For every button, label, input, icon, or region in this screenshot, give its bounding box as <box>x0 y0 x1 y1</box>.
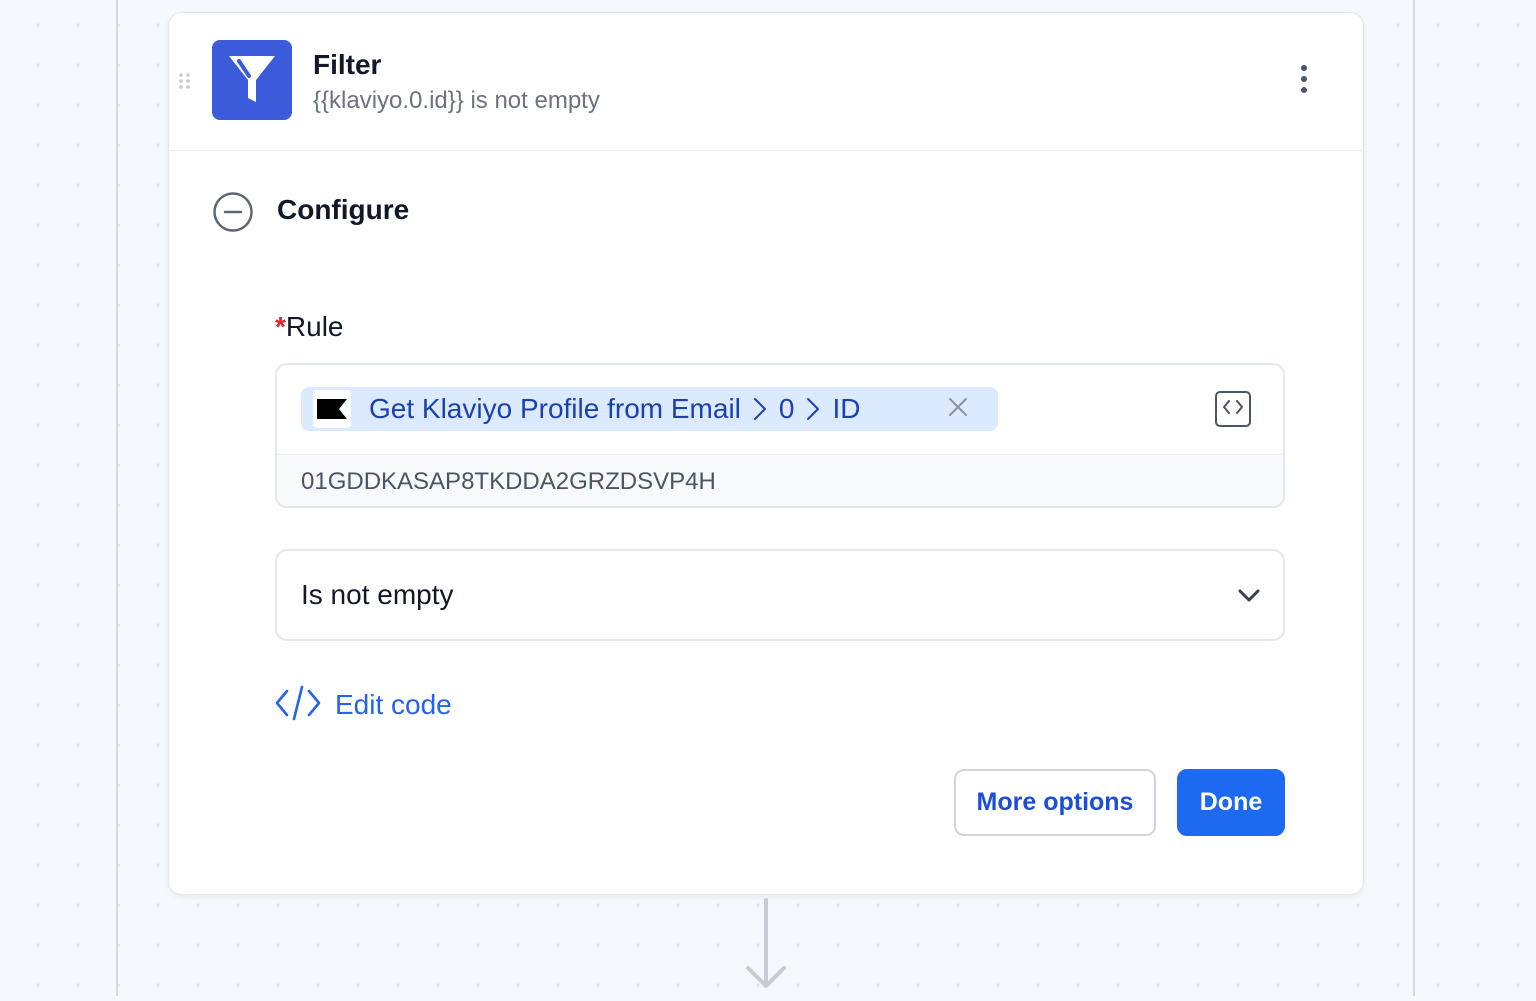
edit-code-link[interactable]: Edit code <box>275 683 452 727</box>
filter-step-card: Filter {{klaviyo.0.id}} is not empty Con… <box>168 12 1364 895</box>
done-button[interactable]: Done <box>1177 769 1285 836</box>
variable-path-field: ID <box>832 393 861 424</box>
configure-section-title: Configure <box>277 194 410 225</box>
remove-variable-button[interactable] <box>946 397 970 421</box>
more-vertical-icon <box>1300 64 1308 99</box>
step-title: Filter <box>313 49 382 80</box>
close-icon <box>948 397 968 422</box>
chevron-down-icon <box>1235 581 1263 609</box>
step-card-header[interactable]: Filter {{klaviyo.0.id}} is not empty <box>169 13 1363 151</box>
required-marker: * <box>275 311 286 342</box>
flow-connector-arrow-icon <box>742 898 790 996</box>
chevron-right-icon <box>806 397 820 421</box>
code-angle-brackets-icon <box>1223 399 1243 419</box>
canvas-column-guide-left <box>116 0 118 996</box>
klaviyo-flag-icon <box>313 390 351 428</box>
chevron-right-icon <box>753 397 767 421</box>
variable-pill[interactable]: Get Klaviyo Profile from Email 0 ID <box>301 387 998 431</box>
edit-code-label: Edit code <box>335 689 452 720</box>
step-menu-button[interactable] <box>1289 63 1319 99</box>
condition-select[interactable]: Is not empty <box>275 549 1285 641</box>
filter-app-tile <box>212 40 292 120</box>
variable-path-index: 0 <box>778 393 795 424</box>
drag-handle-icon[interactable] <box>178 72 192 90</box>
rule-input-field: Get Klaviyo Profile from Email 0 ID 01GD… <box>275 363 1285 508</box>
code-brackets-icon <box>275 685 321 726</box>
condition-selected-value: Is not empty <box>301 579 454 610</box>
collapse-minus-circle-icon <box>212 192 254 237</box>
variable-step-name: Get Klaviyo Profile from Email <box>369 393 741 424</box>
rule-field-label: *Rule <box>275 311 344 343</box>
resolved-value-preview: 01GDDKASAP8TKDDA2GRZDSVP4H <box>277 455 1283 506</box>
configure-collapse-button[interactable] <box>212 191 254 233</box>
rule-label-text: Rule <box>285 311 344 342</box>
canvas-column-guide-right <box>1413 0 1415 996</box>
step-subtitle: {{klaviyo.0.id}} is not empty <box>313 87 600 114</box>
filter-funnel-icon <box>224 50 280 111</box>
rule-input[interactable]: Get Klaviyo Profile from Email 0 ID <box>277 365 1283 455</box>
more-options-button[interactable]: More options <box>954 769 1156 836</box>
toggle-code-view-button[interactable] <box>1215 391 1251 427</box>
